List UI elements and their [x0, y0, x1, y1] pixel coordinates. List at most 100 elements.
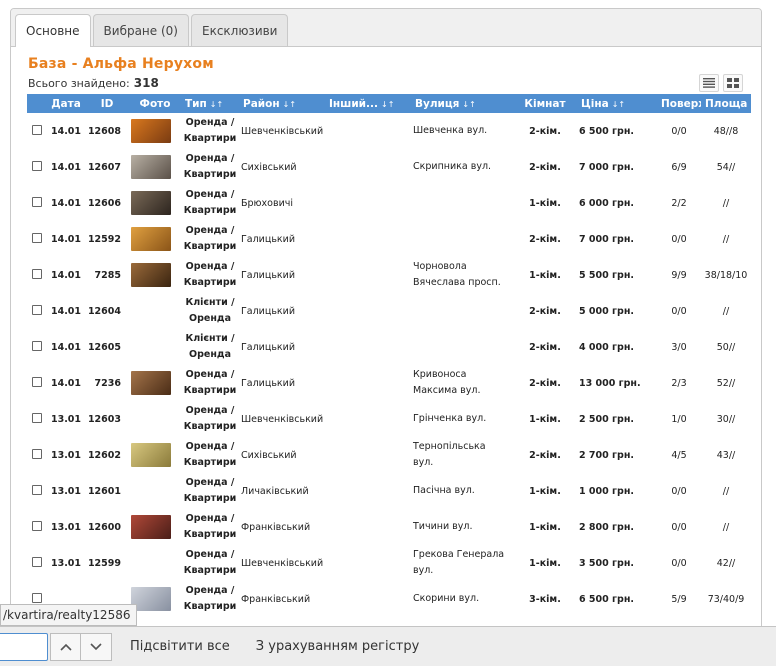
- col-district[interactable]: Район ↓↑: [239, 94, 325, 113]
- col-photo: Фото: [129, 94, 181, 113]
- row-id[interactable]: 12601: [85, 473, 129, 509]
- row-type: Оренда / Квартири: [181, 149, 239, 185]
- table-row[interactable]: 14.01 12592 Оренда / Квартири Галицький 2-кім…: [27, 221, 751, 257]
- match-case-button[interactable]: З урахуванням регістру: [256, 639, 420, 654]
- find-next-button[interactable]: [81, 632, 112, 661]
- row-type-kind: Квартири: [183, 205, 237, 216]
- row-street: Тичини вул.: [411, 509, 513, 545]
- row-type-kind: Квартири: [183, 493, 237, 504]
- table-row[interactable]: 14.01 7285 Оренда / Квартири Галицький Чорнов…: [27, 257, 751, 293]
- listing-photo[interactable]: [131, 155, 171, 179]
- col-type[interactable]: Тип ↓↑: [181, 94, 239, 113]
- col-floor[interactable]: Поверх: [657, 94, 701, 113]
- row-id[interactable]: 7236: [85, 365, 129, 401]
- listing-photo[interactable]: [131, 191, 171, 215]
- row-type-kind: Квартири: [183, 421, 237, 432]
- table-row[interactable]: 14.01 12604 Клієнти / Оренда Галицький 2-кім.…: [27, 293, 751, 329]
- find-previous-button[interactable]: [50, 632, 81, 661]
- row-checkbox[interactable]: [32, 196, 42, 207]
- row-area: //: [722, 233, 730, 245]
- row-id[interactable]: 12602: [85, 437, 129, 473]
- row-street-line1: Грінченка вул.: [413, 413, 487, 424]
- tab-favorites[interactable]: Вибране (0): [92, 14, 189, 46]
- table-row[interactable]: 14.01 12606 Оренда / Квартири Брюховичі 1-кім…: [27, 185, 751, 221]
- row-select-cell: [27, 437, 47, 473]
- table-row[interactable]: 13.01 12601 Оренда / Квартири Личаківський Па…: [27, 473, 751, 509]
- row-checkbox[interactable]: [32, 304, 42, 315]
- col-other[interactable]: Інший... ↓↑: [325, 94, 411, 113]
- row-type: Оренда / Квартири: [181, 473, 239, 509]
- table-row[interactable]: 13.01 12603 Оренда / Квартири Шевченківський…: [27, 401, 751, 437]
- row-checkbox[interactable]: [32, 124, 42, 135]
- row-id[interactable]: 12605: [85, 329, 129, 365]
- total-value: 318: [133, 76, 159, 90]
- col-district-label: Район: [243, 97, 280, 110]
- row-date: 14.01: [50, 161, 82, 173]
- col-street[interactable]: Вулиця ↓↑: [411, 94, 513, 113]
- listing-photo[interactable]: [131, 371, 171, 395]
- listing-photo[interactable]: [131, 119, 171, 143]
- sort-icon[interactable]: ↓↑: [381, 100, 394, 109]
- sort-icon[interactable]: ↓↑: [462, 100, 475, 109]
- table-row[interactable]: 14.01 12605 Клієнти / Оренда Галицький 2-кім.…: [27, 329, 751, 365]
- row-select-cell: [27, 113, 47, 149]
- sort-icon[interactable]: ↓↑: [210, 100, 223, 109]
- highlight-all-button[interactable]: Підсвітити все: [130, 639, 230, 654]
- row-checkbox[interactable]: [32, 340, 42, 351]
- row-checkbox[interactable]: [32, 412, 42, 423]
- row-id[interactable]: 12604: [85, 293, 129, 329]
- row-checkbox[interactable]: [32, 520, 42, 531]
- table-row[interactable]: 13.01 12602 Оренда / Квартири Сихівський Терн…: [27, 437, 751, 473]
- list-view-icon[interactable]: [699, 74, 719, 92]
- row-id[interactable]: 12608: [85, 113, 129, 149]
- find-input[interactable]: [0, 632, 48, 661]
- row-select-cell: [27, 329, 47, 365]
- row-checkbox[interactable]: [32, 376, 42, 387]
- tab-bar: Основне Вибране (0) Ексклюзиви: [11, 9, 761, 47]
- tab-main[interactable]: Основне: [15, 14, 91, 47]
- table-row[interactable]: 14.01 12608 Оренда / Квартири Шевченківський…: [27, 113, 751, 149]
- row-other: [325, 149, 411, 185]
- row-id[interactable]: 12606: [85, 185, 129, 221]
- tab-exclusives[interactable]: Ексклюзиви: [190, 14, 289, 46]
- row-type-category: Оренда /: [185, 225, 235, 236]
- sort-icon[interactable]: ↓↑: [612, 100, 625, 109]
- row-rooms: 1-кім.: [529, 485, 561, 497]
- row-id[interactable]: 12599: [85, 545, 129, 581]
- row-id[interactable]: 12607: [85, 149, 129, 185]
- col-price[interactable]: Ціна ↓↑: [577, 94, 657, 113]
- listing-photo[interactable]: [131, 515, 171, 539]
- row-id[interactable]: 7285: [85, 257, 129, 293]
- row-checkbox[interactable]: [32, 556, 42, 567]
- row-checkbox[interactable]: [32, 232, 42, 243]
- row-id[interactable]: 12600: [85, 509, 129, 545]
- row-area: //: [722, 197, 730, 209]
- col-id[interactable]: ID: [85, 94, 129, 113]
- grid-view-icon[interactable]: [723, 74, 743, 92]
- listing-photo[interactable]: [131, 227, 171, 251]
- row-rooms: 2-кім.: [529, 341, 561, 353]
- row-checkbox[interactable]: [32, 160, 42, 171]
- row-type: Оренда / Квартири: [181, 257, 239, 293]
- col-date[interactable]: Дата: [47, 94, 85, 113]
- row-checkbox[interactable]: [32, 592, 42, 603]
- listing-photo[interactable]: [131, 443, 171, 467]
- listing-photo[interactable]: [131, 263, 171, 287]
- row-id[interactable]: 12592: [85, 221, 129, 257]
- row-id[interactable]: 12603: [85, 401, 129, 437]
- row-photo-cell: [129, 185, 181, 221]
- col-rooms[interactable]: Кімнат: [513, 94, 577, 113]
- row-checkbox[interactable]: [32, 448, 42, 459]
- row-floor: 4/5: [671, 449, 687, 461]
- row-checkbox[interactable]: [32, 484, 42, 495]
- col-area[interactable]: Площа м²: [701, 94, 751, 113]
- table-row[interactable]: 13.01 12600 Оренда / Квартири Франківський Ти…: [27, 509, 751, 545]
- row-checkbox[interactable]: [32, 268, 42, 279]
- row-street-line1: Тичини вул.: [413, 521, 473, 532]
- table-row[interactable]: 14.01 12607 Оренда / Квартири Сихівський Скри…: [27, 149, 751, 185]
- row-district: Сихівський: [241, 449, 297, 461]
- browser-viewport: Основне Вибране (0) Ексклюзиви База - Ал…: [0, 0, 776, 666]
- table-row[interactable]: 13.01 12599 Оренда / Квартири Шевченківський…: [27, 545, 751, 581]
- sort-icon[interactable]: ↓↑: [283, 100, 296, 109]
- table-row[interactable]: 14.01 7236 Оренда / Квартири Галицький Кривон…: [27, 365, 751, 401]
